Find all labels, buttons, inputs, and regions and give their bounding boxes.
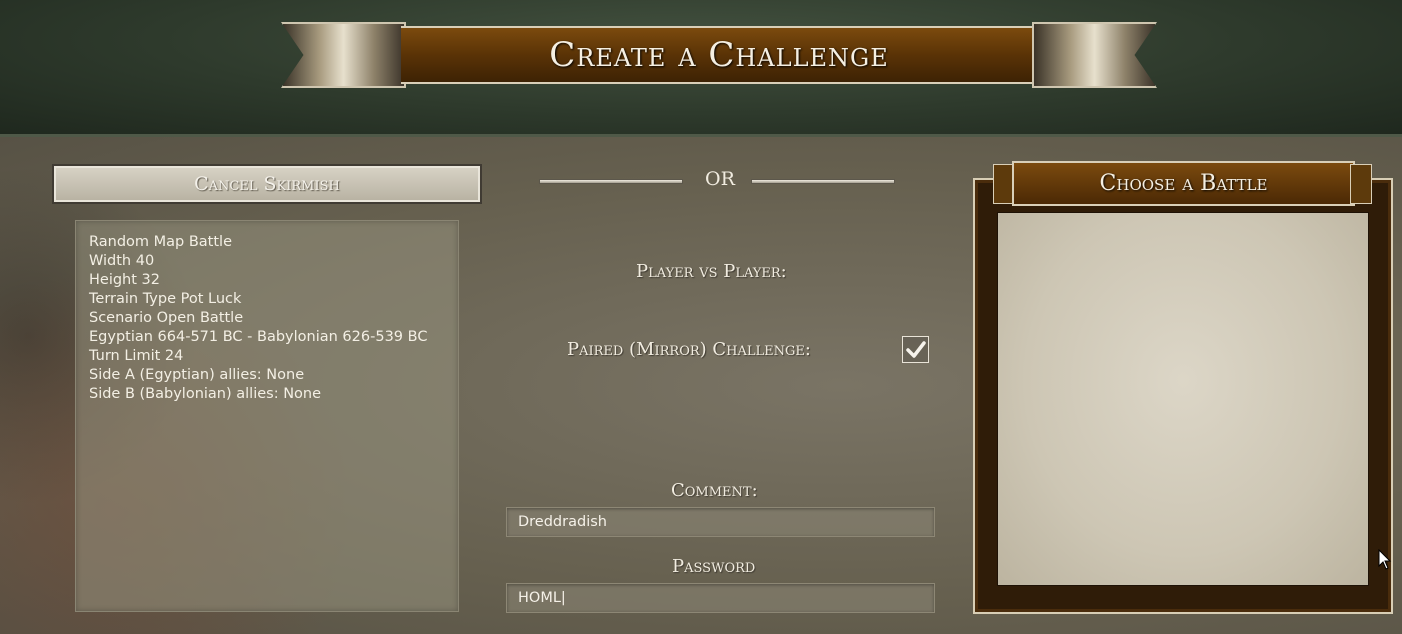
player-vs-player-label: Player vs Player: (636, 261, 787, 282)
password-input[interactable]: HOML| (506, 583, 935, 613)
info-line: Random Map Battle (89, 234, 233, 250)
choose-battle-title: Choose a Battle (1012, 161, 1355, 206)
paired-challenge-checkbox[interactable] (902, 336, 929, 363)
battle-info-panel: Random Map Battle Width 40 Height 32 Ter… (75, 220, 459, 612)
mouse-pointer-icon (1378, 549, 1392, 570)
page-title: Create a Challenge (549, 35, 889, 75)
or-divider-right (751, 179, 895, 184)
comment-input[interactable]: Dreddradish (506, 507, 935, 537)
checkmark-icon (905, 340, 926, 358)
info-line: Turn Limit 24 (89, 348, 184, 364)
info-line: Terrain Type Pot Luck (89, 291, 242, 307)
comment-label: Comment: (671, 480, 758, 501)
or-divider-left (539, 179, 683, 184)
info-line: Width 40 (89, 253, 155, 269)
password-label: Password (672, 556, 756, 577)
title-ribbon-left-ornament (281, 22, 406, 88)
title-bar: Create a Challenge (401, 26, 1037, 84)
title-ribbon-right-ornament (1032, 22, 1157, 88)
info-line: Scenario Open Battle (89, 310, 244, 326)
info-line: Side A (Egyptian) allies: None (89, 367, 305, 383)
info-line: Height 32 (89, 272, 160, 288)
or-label: OR (705, 168, 735, 190)
info-line: Side B (Babylonian) allies: None (89, 386, 322, 402)
choose-battle-right-cap (1350, 164, 1372, 204)
info-line: Egyptian 664-571 BC - Babylonian 626-539… (89, 329, 428, 345)
battle-list-area[interactable] (997, 212, 1369, 586)
cancel-skirmish-button[interactable]: Cancel Skirmish (52, 164, 482, 204)
title-ribbon: Create a Challenge (281, 22, 1157, 88)
paired-challenge-label: Paired (Mirror) Challenge: (567, 339, 811, 360)
